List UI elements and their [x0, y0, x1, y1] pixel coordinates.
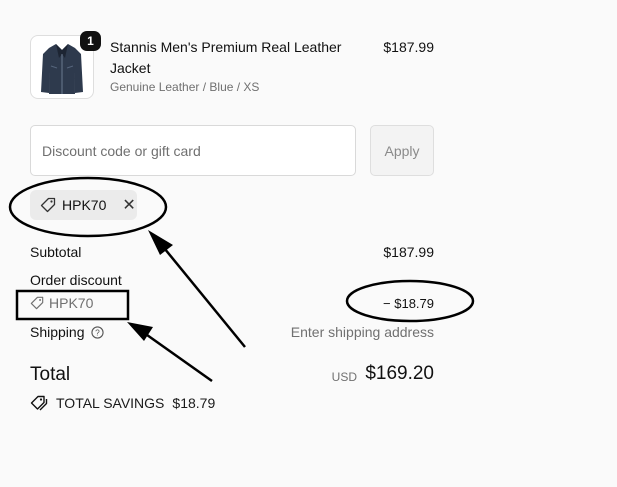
currency-code: USD [331, 370, 357, 384]
discount-code-input[interactable] [30, 125, 356, 176]
discount-code-text: HPK70 [49, 295, 94, 311]
total-label: Total [30, 364, 71, 385]
svg-text:?: ? [95, 327, 100, 337]
shipping-value: Enter shipping address [290, 324, 434, 340]
quantity-badge: 1 [80, 31, 101, 51]
product-variant: Genuine Leather / Blue / XS [110, 80, 260, 94]
help-icon[interactable]: ? [90, 325, 104, 339]
tag-icon [40, 197, 56, 213]
tags-icon [30, 395, 48, 411]
shipping-label: Shipping [30, 324, 85, 340]
discount-value: − $18.79 [383, 296, 434, 311]
total-savings-value: $18.79 [172, 395, 216, 411]
order-discount-label: Order discount [30, 272, 122, 288]
total-savings-row: TOTAL SAVINGS $18.79 [30, 395, 215, 411]
annotation-arrow-chip [148, 230, 246, 348]
shipping-row: Shipping ? [30, 324, 104, 340]
applied-code-label: HPK70 [62, 197, 107, 213]
apply-button[interactable]: Apply [370, 125, 434, 176]
subtotal-value: $187.99 [383, 244, 434, 260]
product-price: $187.99 [383, 39, 434, 55]
subtotal-label: Subtotal [30, 244, 82, 260]
product-title: Stannis Men's Premium Real Leather Jacke… [110, 39, 342, 76]
total-savings-label: TOTAL SAVINGS [56, 395, 165, 411]
annotation-arrow-code [127, 322, 213, 383]
discount-code-row: HPK70 [30, 295, 93, 311]
applied-discount-chip: HPK70 ✕ [30, 190, 137, 220]
tag-icon [30, 296, 44, 310]
total-value: $169.20 [365, 363, 434, 384]
remove-code-icon[interactable]: ✕ [122, 195, 135, 215]
